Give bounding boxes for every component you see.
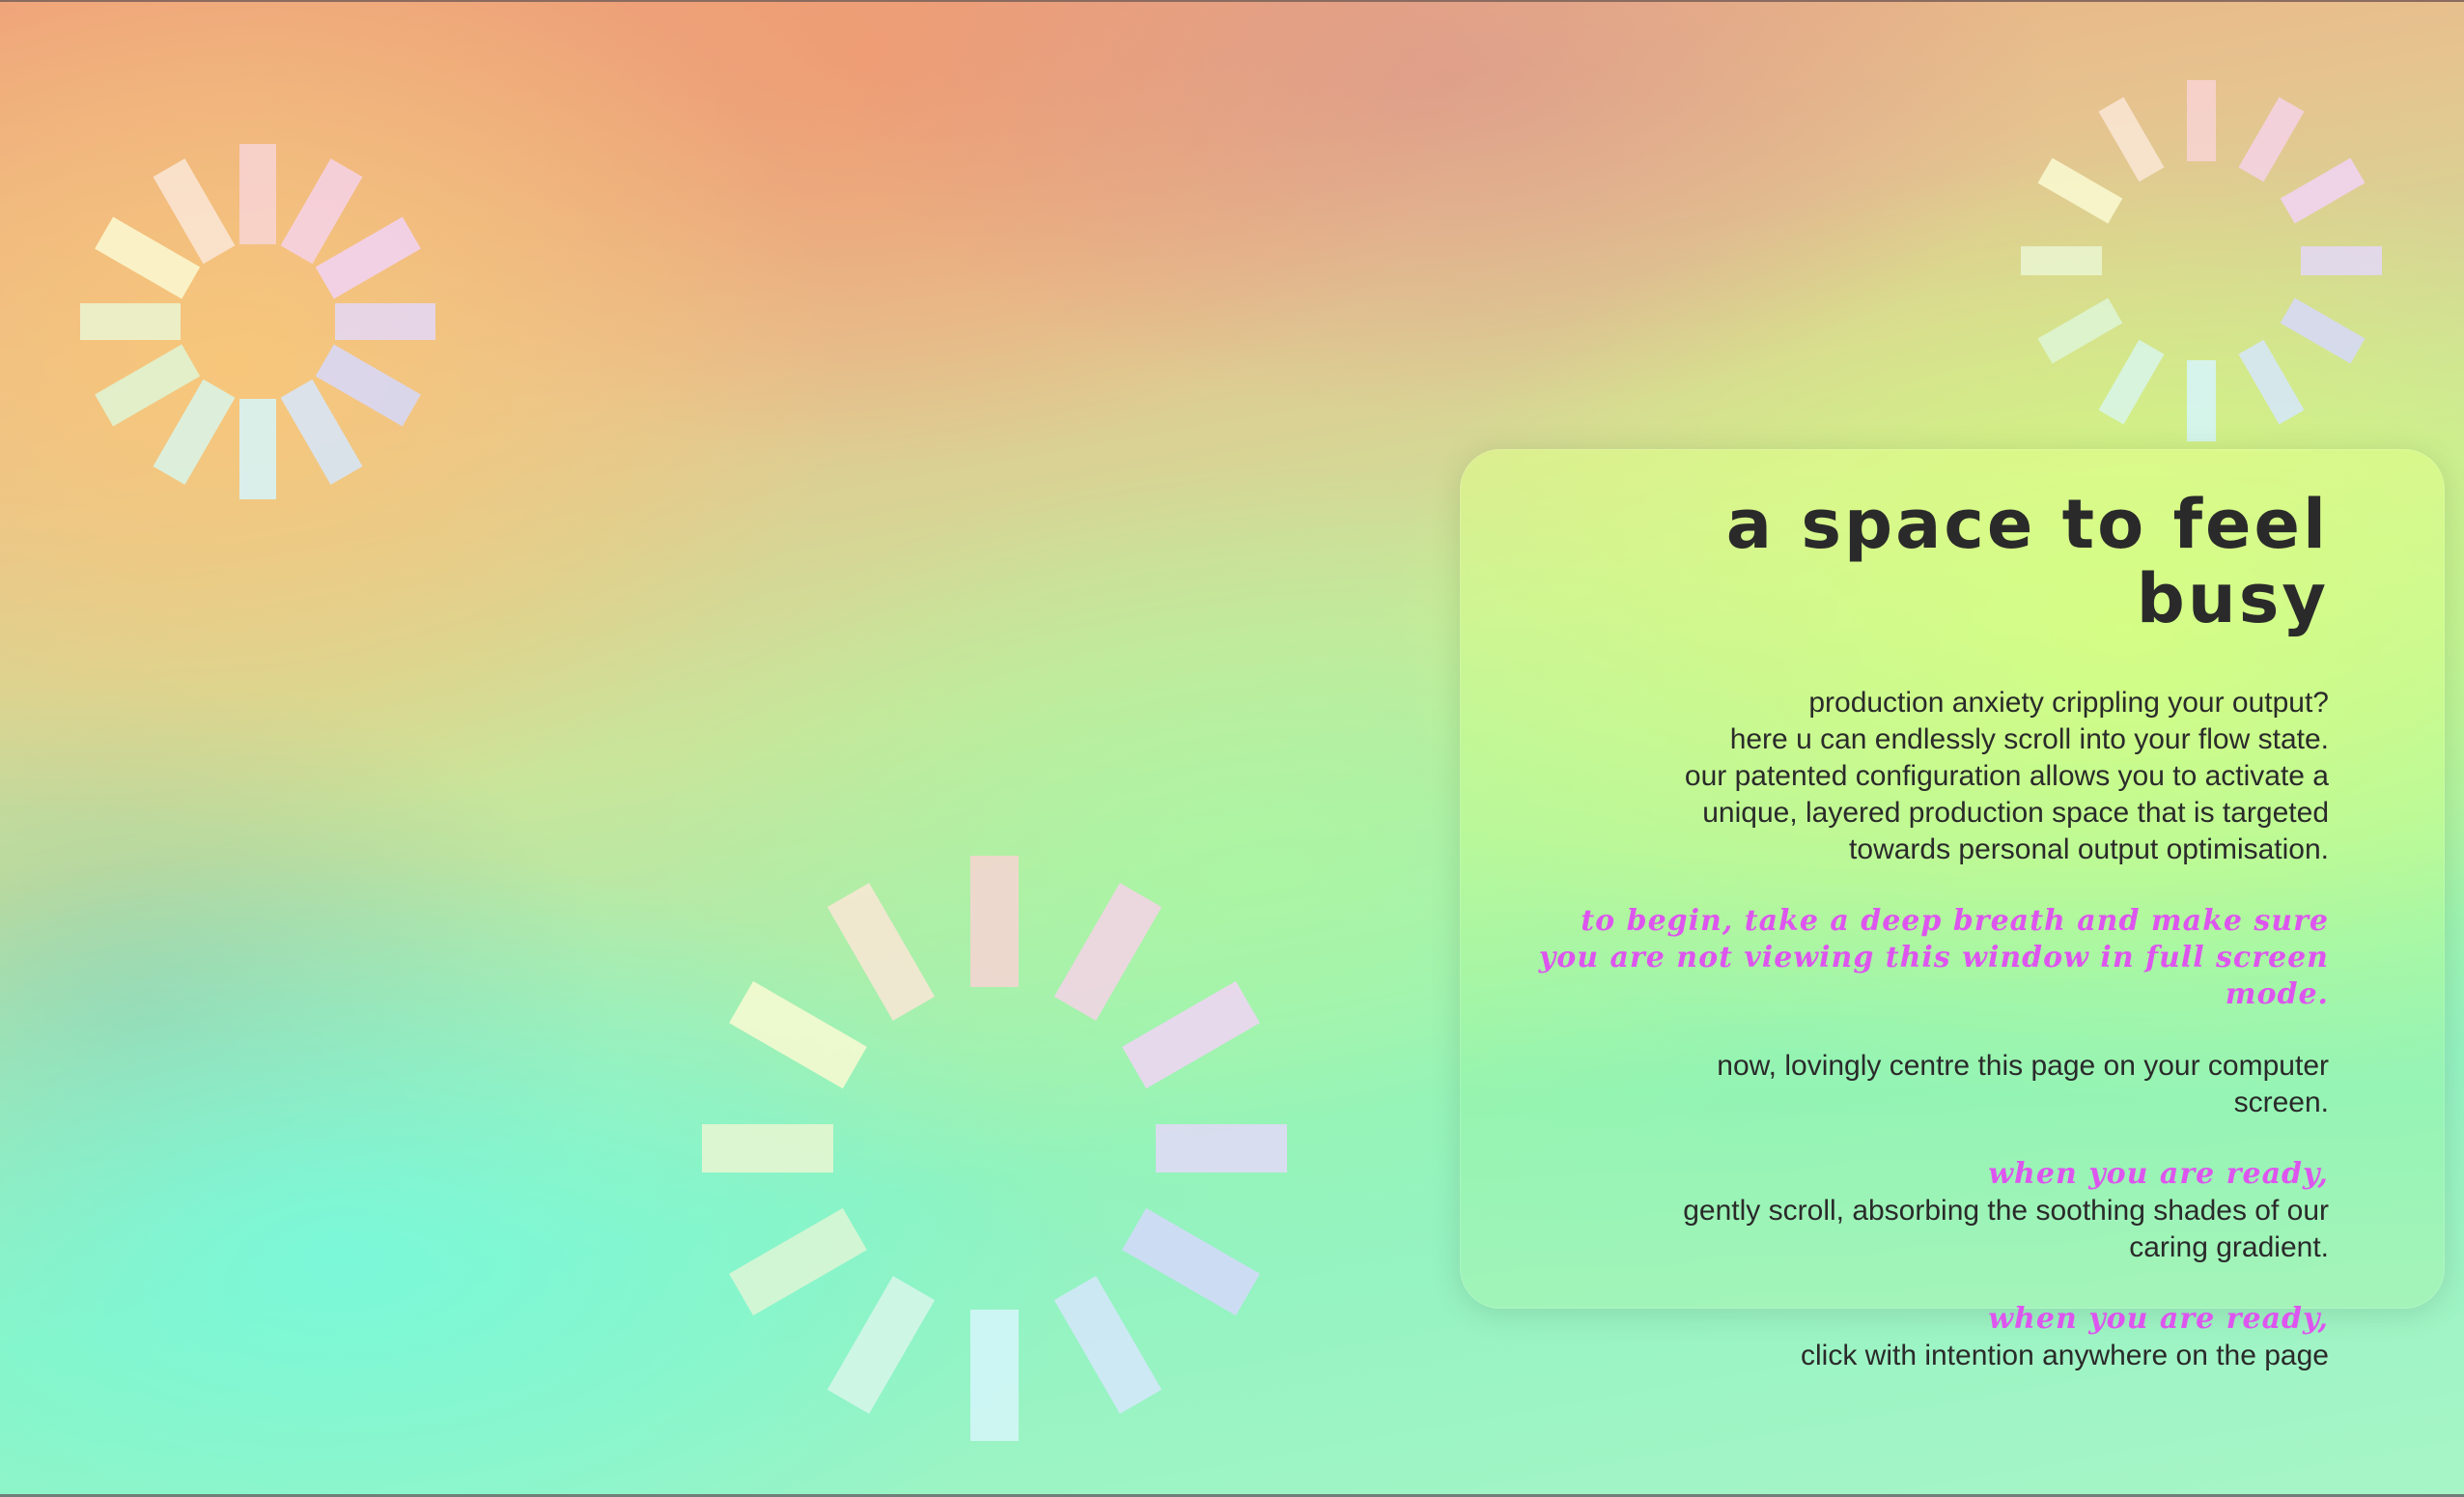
centre-line: screen.: [2233, 1087, 2329, 1118]
centre-paragraph: now, lovingly centre this page on your c…: [1527, 1048, 2329, 1121]
intro-paragraph: production anxiety crippling your output…: [1527, 685, 2329, 868]
scroll-paragraph: gently scroll, absorbing the soothing sh…: [1527, 1193, 2329, 1266]
spinner-bar: [970, 1310, 1019, 1441]
spinner-bar: [1122, 1207, 1260, 1316]
spinner-bar: [729, 980, 867, 1089]
loading-spinner-icon: [702, 856, 1287, 1441]
intro-line: here u can endlessly scroll into your fl…: [1729, 723, 2329, 755]
intro-card-content: a space to feel busy production anxiety …: [1527, 488, 2329, 1374]
spinner-top-right-svg: [2021, 80, 2382, 441]
spinner-bar: [729, 1207, 867, 1316]
intro-line: production anxiety crippling your output…: [1808, 687, 2329, 719]
spinner-bar: [2238, 339, 2305, 425]
spinner-bar: [1053, 883, 1162, 1021]
instruction-line: to begin, take a deep breath and make su…: [1581, 904, 2329, 938]
scroll-line: gently scroll, absorbing the soothing sh…: [1683, 1195, 2329, 1227]
instruction-line: mode.: [2225, 977, 2329, 1011]
spinner-bar: [2301, 246, 2382, 275]
spinner-bar: [1122, 980, 1260, 1089]
spinner-bottom-svg: [702, 856, 1287, 1441]
spinner-bar: [2187, 80, 2216, 161]
intro-card: a space to feel busy production anxiety …: [1460, 449, 2445, 1371]
spinner-top-left-svg: [80, 144, 435, 499]
spinner-bar: [80, 303, 181, 340]
intro-line: unique, layered production space that is…: [1702, 797, 2329, 829]
spinner-bar: [2238, 97, 2305, 183]
spinner-bar: [1156, 1124, 1287, 1172]
spinner-bar: [2098, 97, 2165, 183]
spinner-bar: [2280, 157, 2366, 224]
page-title: a space to feel busy: [1725, 485, 2329, 638]
window-top-border: [0, 0, 2464, 2]
spinner-bar: [826, 1276, 936, 1414]
spinner-bar: [335, 303, 435, 340]
spinner-bar: [1053, 1276, 1162, 1414]
scroll-line: caring gradient.: [2129, 1231, 2329, 1263]
ready-heading-2: when you are ready,: [1988, 1302, 2329, 1336]
spinner-bar: [2021, 246, 2102, 275]
centre-line: now, lovingly centre this page on your c…: [1717, 1050, 2329, 1082]
intro-line: our patented configuration allows you to…: [1684, 760, 2329, 792]
spinner-bar: [2098, 339, 2165, 425]
click-instruction[interactable]: click with intention anywhere on the pag…: [1527, 1338, 2329, 1374]
instruction-line: you are not viewing this window in full …: [1538, 941, 2329, 974]
instruction-paragraph: to begin, take a deep breath and make su…: [1527, 903, 2329, 1013]
spinner-bar: [2280, 297, 2366, 364]
spinner-bar: [2037, 297, 2123, 364]
intro-line: towards personal output optimisation.: [1849, 833, 2329, 865]
spinner-bar: [826, 883, 936, 1021]
spinner-bar: [702, 1124, 833, 1172]
spinner-bar: [970, 856, 1019, 987]
spinner-bar: [2037, 157, 2123, 224]
ready-heading-1: when you are ready,: [1988, 1157, 2329, 1191]
loading-spinner-icon: [33, 97, 483, 547]
spinner-bar: [2187, 360, 2216, 441]
loading-spinner-icon: [2019, 78, 2384, 443]
spinner-bar: [239, 399, 276, 499]
spinner-bar: [239, 144, 276, 244]
